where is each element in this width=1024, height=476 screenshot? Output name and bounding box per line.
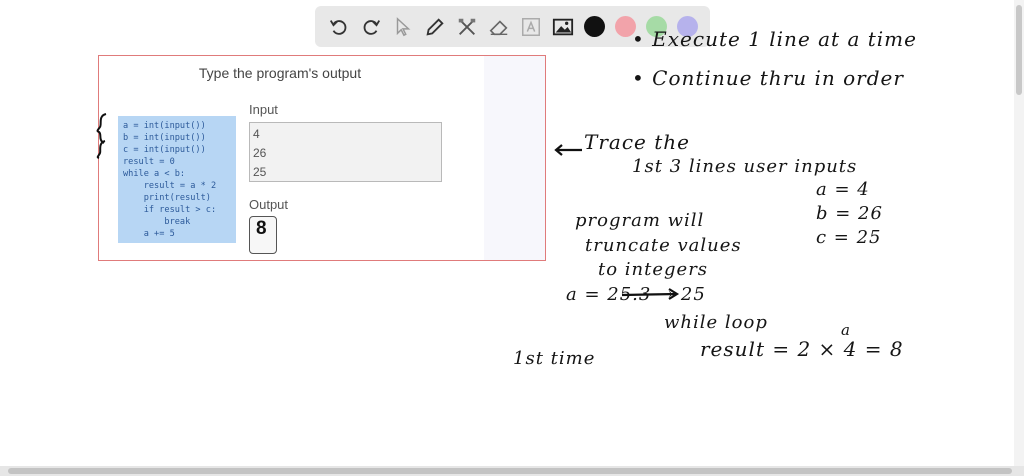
note-result: result = 2 × 4 = 8 — [700, 337, 904, 361]
note-program-will: program will — [575, 210, 705, 231]
note-trace: Trace the — [584, 130, 690, 154]
horizontal-scrollbar[interactable] — [0, 466, 1024, 476]
horizontal-scroll-thumb[interactable] — [8, 468, 1012, 474]
note-c-equals: c = 25 — [816, 227, 882, 248]
trace-arrow — [554, 144, 582, 156]
brace-stroke — [96, 140, 106, 159]
note-truncate: truncate values — [585, 235, 742, 256]
note-continue: • Continue thru in order — [632, 66, 904, 90]
note-a-equals: a = 4 — [816, 179, 870, 200]
note-to-integers: to integers — [598, 259, 709, 280]
note-b-equals: b = 26 — [816, 203, 883, 224]
note-first-time: 1st time — [513, 348, 596, 369]
vertical-scrollbar[interactable] — [1014, 0, 1024, 466]
brace-stroke — [96, 113, 107, 144]
vertical-scroll-thumb[interactable] — [1016, 5, 1022, 95]
note-execute: • Execute 1 line at a time — [632, 27, 917, 51]
note-first-lines: 1st 3 lines user inputs — [632, 156, 858, 177]
note-example: a = 25.3 → 25 — [566, 284, 706, 305]
note-while-loop: while loop — [664, 312, 768, 333]
